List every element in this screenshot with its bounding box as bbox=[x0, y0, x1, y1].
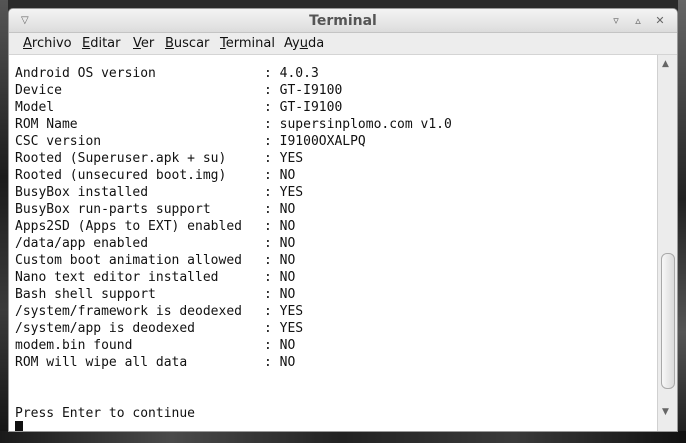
terminal-line: Apps2SD (Apps to EXT) enabled: NO bbox=[15, 219, 296, 234]
terminal-line: Android OS version: 4.0.3 bbox=[15, 66, 319, 81]
scroll-down-icon[interactable]: ▼ bbox=[662, 407, 669, 417]
menu-buscar[interactable]: Buscar bbox=[165, 36, 209, 51]
menu-editar[interactable]: Editar bbox=[82, 36, 121, 51]
menu-terminal[interactable]: Terminal bbox=[220, 36, 275, 51]
menu-archivo[interactable]: Archivo bbox=[23, 36, 72, 51]
terminal-line: BusyBox installed: YES bbox=[15, 185, 304, 200]
text-cursor bbox=[15, 421, 23, 431]
terminal-line: Device: GT-I9100 bbox=[15, 83, 343, 98]
scrollbar-thumb[interactable] bbox=[661, 253, 675, 389]
terminal-line: modem.bin found: NO bbox=[15, 338, 296, 353]
menubar: Archivo Editar Ver Buscar Terminal Ayuda bbox=[9, 33, 677, 55]
terminal-line: Nano text editor installed: NO bbox=[15, 270, 296, 285]
vertical-scrollbar[interactable]: ▲ ▼ bbox=[657, 55, 677, 431]
desktop-background-bottom bbox=[0, 431, 686, 443]
terminal-line: /system/app is deodexed: YES bbox=[15, 321, 304, 336]
close-icon[interactable]: ✕ bbox=[653, 14, 667, 27]
window-title: Terminal bbox=[309, 13, 377, 29]
desktop-background-left bbox=[0, 0, 8, 443]
menu-ver[interactable]: Ver bbox=[133, 36, 154, 51]
terminal-line: ROM will wipe all data: NO bbox=[15, 355, 296, 370]
terminal-line: ROM Name: supersinplomo.com v1.0 bbox=[15, 117, 452, 132]
terminal-line: /system/framework is deodexed: YES bbox=[15, 304, 304, 319]
scroll-up-icon[interactable]: ▲ bbox=[662, 59, 669, 69]
terminal-output[interactable]: Android OS version: 4.0.3 Device: GT-I91… bbox=[9, 55, 659, 431]
desktop-background-right bbox=[678, 0, 686, 443]
terminal-line: Rooted (Superuser.apk + su): YES bbox=[15, 151, 304, 166]
terminal-line: Rooted (unsecured boot.img): NO bbox=[15, 168, 296, 183]
maximize-icon[interactable]: ▵ bbox=[631, 14, 645, 27]
terminal-line: Custom boot animation allowed: NO bbox=[15, 253, 296, 268]
terminal-line: Bash shell support: NO bbox=[15, 287, 296, 302]
terminal-line: /data/app enabled: NO bbox=[15, 236, 296, 251]
terminal-line: Model: GT-I9100 bbox=[15, 100, 343, 115]
minimize-icon[interactable]: ▿ bbox=[609, 14, 623, 27]
terminal-window: ▽ Terminal ▿ ▵ ✕ Archivo Editar Ver Busc… bbox=[8, 8, 678, 432]
titlebar[interactable]: ▽ Terminal ▿ ▵ ✕ bbox=[9, 9, 677, 33]
terminal-line: BusyBox run-parts support: NO bbox=[15, 202, 296, 217]
menu-ayuda[interactable]: Ayuda bbox=[284, 36, 324, 51]
terminal-prompt: Press Enter to continue bbox=[15, 406, 196, 421]
terminal-line: CSC version: I9100OXALPQ bbox=[15, 134, 366, 149]
